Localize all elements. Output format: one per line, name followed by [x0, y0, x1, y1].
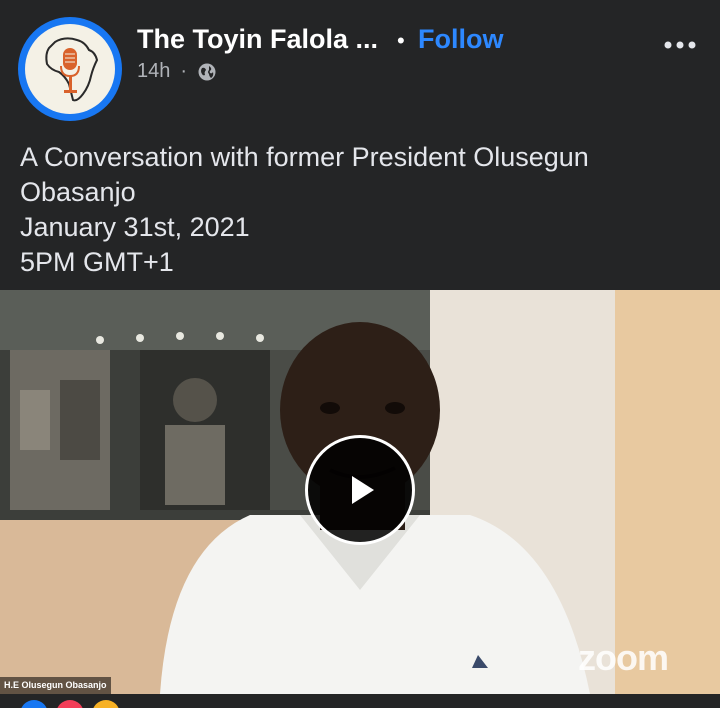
page-logo [25, 24, 115, 114]
post-timestamp[interactable]: 14h [137, 60, 170, 83]
caption-line: January 31st, 2021 [20, 212, 250, 242]
more-options-icon [664, 41, 696, 49]
care-reaction-icon [92, 700, 120, 708]
caption-line: Obasanjo [20, 177, 136, 207]
caption-line: A Conversation with former President Olu… [20, 142, 589, 172]
caption-line: 5PM GMT+1 [20, 247, 174, 277]
reaction-icons[interactable] [20, 700, 140, 708]
globe-icon [198, 63, 216, 80]
zoom-watermark: zoom [578, 637, 669, 678]
facebook-post: The Toyin Falola ... • Follow 14h · A Co… [0, 0, 720, 708]
name-follow-separator: • [397, 28, 405, 53]
more-options-button[interactable] [660, 30, 700, 60]
page-avatar[interactable] [18, 17, 122, 121]
post-header: The Toyin Falola ... • Follow 14h · [0, 0, 720, 130]
follow-button[interactable]: Follow [418, 24, 503, 55]
like-reaction-icon [20, 700, 48, 708]
play-icon [352, 476, 374, 504]
participant-name-label: H.E Olusegun Obasanjo [0, 677, 111, 694]
page-name-link[interactable]: The Toyin Falola ... [137, 24, 378, 55]
post-caption: A Conversation with former President Olu… [20, 140, 700, 280]
love-reaction-icon [56, 700, 84, 708]
meta-separator: · [180, 60, 188, 82]
post-meta: 14h · [137, 60, 217, 83]
play-button[interactable] [305, 435, 415, 545]
